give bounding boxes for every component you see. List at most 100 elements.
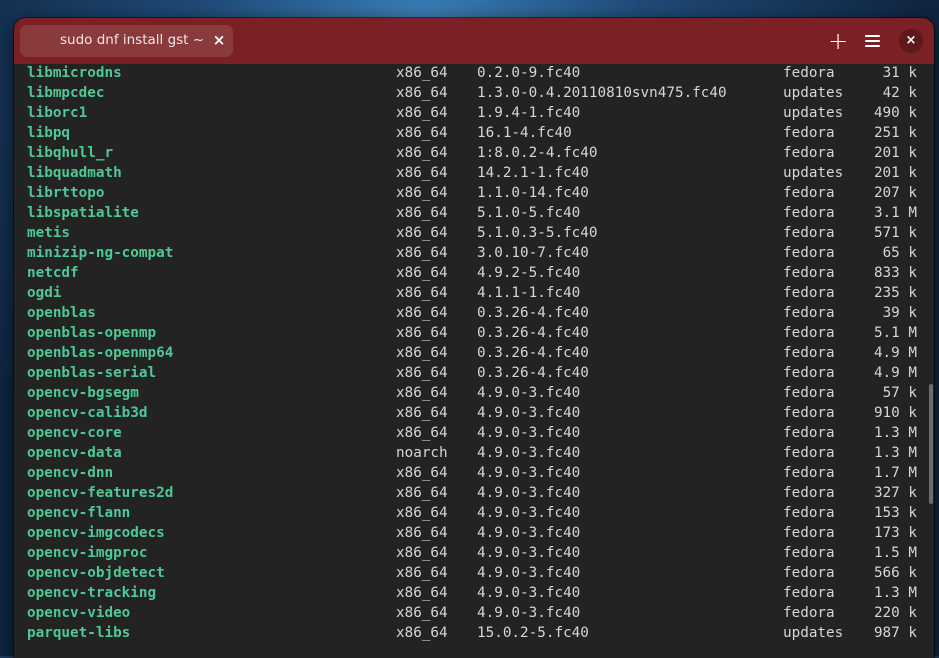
package-size: 1.7 M: [873, 465, 917, 481]
package-version: 16.1-4.fc40: [477, 125, 572, 141]
terminal-output[interactable]: libmicrodns x86_64 0.2.0-9.fc40 fedora 31 kl…: [14, 64, 934, 658]
package-name: opencv-calib3d: [27, 405, 148, 421]
package-name: openblas: [27, 305, 96, 321]
package-row: opencv-data noarch 4.9.0-3.fc40 fedora 1.3 M: [14, 443, 934, 463]
package-version: 0.3.26-4.fc40: [477, 305, 589, 321]
package-size: 3.1 M: [873, 205, 917, 221]
package-name: librttopo: [27, 185, 105, 201]
package-row: parquet-libs x86_64 15.0.2-5.fc40 updates 98…: [14, 623, 934, 643]
package-version: 4.9.0-3.fc40: [477, 405, 581, 421]
package-name: minizip-ng-compat: [27, 245, 174, 261]
package-row: opencv-imgproc x86_64 4.9.0-3.fc40 fedora 1.…: [14, 543, 934, 563]
scrollbar[interactable]: [929, 384, 933, 504]
package-row: opencv-imgcodecs x86_64 4.9.0-3.fc40 fedora…: [14, 523, 934, 543]
package-version: 4.9.0-3.fc40: [477, 445, 581, 461]
package-version: 4.9.0-3.fc40: [477, 505, 581, 521]
package-repo: fedora: [783, 125, 835, 141]
package-size: 987 k: [873, 625, 917, 641]
package-arch: x86_64: [396, 165, 448, 181]
package-version: 4.9.0-3.fc40: [477, 485, 581, 501]
package-arch: x86_64: [396, 205, 448, 221]
package-row: libqhull_r x86_64 1:8.0.2-4.fc40 fedora 201 …: [14, 143, 934, 163]
package-version: 4.9.2-5.fc40: [477, 265, 581, 281]
package-version: 5.1.0.3-5.fc40: [477, 225, 598, 241]
package-row: openblas-openmp64 x86_64 0.3.26-4.fc40 fedo…: [14, 343, 934, 363]
package-repo: fedora: [783, 245, 835, 261]
package-name: opencv-imgproc: [27, 545, 148, 561]
package-size: 5.1 M: [873, 325, 917, 341]
close-window-button[interactable]: ×: [899, 29, 923, 53]
package-version: 4.9.0-3.fc40: [477, 585, 581, 601]
package-arch: x86_64: [396, 85, 448, 101]
package-repo: fedora: [783, 205, 835, 221]
new-tab-button[interactable]: +: [823, 26, 853, 56]
package-name: opencv-objdetect: [27, 565, 165, 581]
package-row: opencv-features2d x86_64 4.9.0-3.fc40 fedor…: [14, 483, 934, 503]
package-arch: x86_64: [396, 505, 448, 521]
terminal-tab[interactable]: sudo dnf install gst ~ ×: [20, 25, 233, 57]
package-version: 1.3.0-0.4.20110810svn475.fc40: [477, 85, 727, 101]
package-size: 207 k: [873, 185, 917, 201]
package-name: libquadmath: [27, 165, 122, 181]
package-repo: fedora: [783, 585, 835, 601]
package-name: opencv-bgsegm: [27, 385, 139, 401]
package-repo: fedora: [783, 505, 835, 521]
package-size: 65 k: [882, 245, 917, 261]
package-name: opencv-features2d: [27, 485, 174, 501]
package-arch: x86_64: [396, 625, 448, 641]
package-arch: x86_64: [396, 265, 448, 281]
package-arch: x86_64: [396, 125, 448, 141]
package-arch: x86_64: [396, 145, 448, 161]
package-row: opencv-flann x86_64 4.9.0-3.fc40 fedora 153 …: [14, 503, 934, 523]
package-row: liborc1 x86_64 1.9.4-1.fc40 updates 490 k: [14, 103, 934, 123]
package-row: netcdf x86_64 4.9.2-5.fc40 fedora 833 k: [14, 263, 934, 283]
tab-close-icon[interactable]: ×: [210, 30, 228, 50]
package-name: opencv-video: [27, 605, 131, 621]
package-row: opencv-tracking x86_64 4.9.0-3.fc40 fedora 1…: [14, 583, 934, 603]
package-size: 490 k: [873, 105, 917, 121]
package-arch: x86_64: [396, 185, 448, 201]
package-name: libqhull_r: [27, 145, 114, 161]
package-name: openblas-openmp: [27, 325, 157, 341]
menu-icon-bar: [865, 45, 880, 47]
package-name: liborc1: [27, 105, 88, 121]
hamburger-menu-button[interactable]: [857, 26, 887, 56]
package-version: 4.9.0-3.fc40: [477, 545, 581, 561]
package-name: openblas-serial: [27, 365, 157, 381]
package-repo: fedora: [783, 145, 835, 161]
package-size: 4.9 M: [873, 365, 917, 381]
package-arch: x86_64: [396, 305, 448, 321]
package-repo: fedora: [783, 225, 835, 241]
package-arch: x86_64: [396, 285, 448, 301]
package-arch: x86_64: [396, 585, 448, 601]
menu-icon-bar: [865, 40, 880, 42]
package-name: metis: [27, 225, 71, 241]
package-arch: x86_64: [396, 405, 448, 421]
package-repo: fedora: [783, 565, 835, 581]
package-size: 1.3 M: [873, 425, 917, 441]
package-size: 220 k: [873, 605, 917, 621]
package-size: 153 k: [873, 505, 917, 521]
package-repo: fedora: [783, 285, 835, 301]
package-repo: updates: [783, 625, 844, 641]
package-arch: x86_64: [396, 465, 448, 481]
package-row: libpq x86_64 16.1-4.fc40 fedora 251 k: [14, 123, 934, 143]
package-arch: x86_64: [396, 105, 448, 121]
package-size: 251 k: [873, 125, 917, 141]
package-arch: x86_64: [396, 605, 448, 621]
package-name: opencv-flann: [27, 505, 131, 521]
package-name: libmicrodns: [27, 65, 122, 81]
package-version: 15.0.2-5.fc40: [477, 625, 589, 641]
package-name: ogdi: [27, 285, 62, 301]
package-version: 5.1.0-5.fc40: [477, 205, 581, 221]
package-version: 4.9.0-3.fc40: [477, 565, 581, 581]
package-row: opencv-dnn x86_64 4.9.0-3.fc40 fedora 1.7 M: [14, 463, 934, 483]
package-row: opencv-objdetect x86_64 4.9.0-3.fc40 fedora…: [14, 563, 934, 583]
package-repo: updates: [783, 105, 844, 121]
package-repo: fedora: [783, 325, 835, 341]
package-arch: noarch: [396, 445, 448, 461]
package-repo: updates: [783, 165, 844, 181]
package-name: libpq: [27, 125, 71, 141]
package-version: 14.2.1-1.fc40: [477, 165, 589, 181]
package-arch: x86_64: [396, 525, 448, 541]
